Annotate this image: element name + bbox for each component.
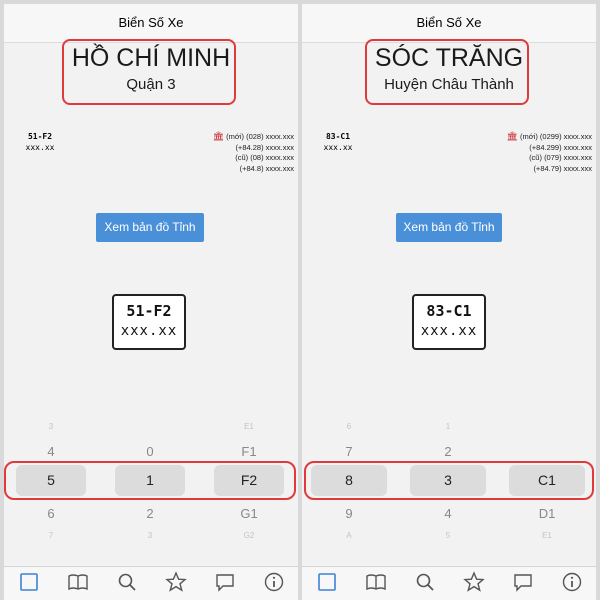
tab-guide[interactable] (361, 571, 391, 595)
picker-item[interactable]: D1 (509, 506, 585, 521)
picker-item[interactable]: 6 (16, 506, 86, 521)
phone-line: (+84.79) xxxx.xxx (533, 163, 592, 173)
bank-icon: 🏛 (506, 131, 518, 141)
picker-item[interactable]: E1 (214, 422, 284, 431)
plate-number: xxx.xx (420, 323, 478, 339)
phone-line: (mới) (0299) xxxx.xxx (519, 132, 592, 141)
picker-item[interactable]: 4 (16, 444, 86, 459)
square-icon (19, 573, 38, 591)
chat-icon (513, 574, 532, 592)
tab-search[interactable] (410, 571, 440, 595)
picker-item[interactable]: E1 (509, 531, 585, 540)
book-icon (365, 574, 386, 591)
left-screen: Biển Số Xe HỒ CHÍ MINH Quận 3 51-F2 xxx.… (4, 4, 298, 600)
province-name: SÓC TRĂNG (374, 44, 524, 72)
tab-info[interactable] (557, 571, 587, 595)
picker-item[interactable]: G1 (214, 506, 284, 521)
tab-feedback[interactable] (508, 571, 538, 595)
picker-item[interactable]: 9 (311, 506, 387, 521)
book-icon (67, 574, 88, 591)
square-icon (317, 573, 336, 591)
picker-item[interactable]: 3 (16, 422, 86, 431)
view-map-button[interactable]: Xem bản đồ Tỉnh (96, 213, 204, 242)
picker-item[interactable]: 4 (410, 506, 486, 521)
phone-line: (+84.8) xxxx.xxx (239, 163, 294, 173)
picker-item[interactable]: 0 (115, 444, 185, 459)
tab-bar (4, 566, 298, 600)
star-icon (164, 571, 187, 592)
tab-feedback[interactable] (210, 571, 240, 595)
small-plate: 83-C1 xxx.xx (308, 131, 368, 153)
tab-plates[interactable] (14, 571, 44, 595)
district-name: Quận 3 (126, 76, 176, 93)
small-plate-number: xxx.xx (323, 143, 353, 152)
search-icon (416, 573, 434, 591)
picker-item[interactable]: F1 (214, 444, 284, 459)
selection-highlight (4, 461, 296, 500)
small-plate-code: 83-C1 (325, 132, 351, 141)
phone-line: (cũ) (079) xxxx.xxx (529, 153, 592, 162)
picker-item[interactable]: 6 (311, 422, 387, 431)
small-plate: 51-F2 xxx.xx (10, 131, 70, 153)
picker-item[interactable]: 1 (410, 422, 486, 431)
picker-item[interactable]: 7 (16, 531, 86, 540)
bank-icon: 🏛 (212, 131, 225, 141)
picker-item[interactable]: G2 (214, 531, 284, 540)
province-name: HỒ CHÍ MINH (71, 44, 231, 72)
tab-search[interactable] (112, 571, 142, 595)
picker-item[interactable]: 3 (115, 531, 185, 540)
picker-item[interactable]: 5 (410, 531, 486, 540)
tab-favorites[interactable] (459, 571, 489, 595)
info-icon (264, 572, 283, 592)
info-icon (562, 572, 581, 592)
small-plate-code: 51-F2 (27, 132, 53, 141)
chat-icon (215, 574, 234, 592)
star-icon (462, 571, 485, 592)
tab-plates[interactable] (312, 571, 342, 595)
area-code-list: 🏛 (mới) (0299) xxxx.xxx (+84.299) xxxx.xx… (507, 131, 592, 174)
phone-line: (cũ) (08) xxxx.xxx (235, 153, 294, 162)
plate-code: 51-F2 (126, 302, 172, 320)
right-screen: Biển Số Xe SÓC TRĂNG Huyện Châu Thành 83… (302, 4, 596, 600)
area-code-list: 🏛 (mới) (028) xxxx.xxx (+84.28) xxxx.xxx … (213, 131, 294, 174)
phone-line: (mới) (028) xxxx.xxx (226, 132, 294, 141)
search-icon (118, 573, 136, 591)
license-plate: 51-F2 xxx.xx (112, 294, 186, 350)
tab-favorites[interactable] (161, 571, 191, 595)
picker-item[interactable]: 7 (311, 444, 387, 459)
plate-number: xxx.xx (120, 323, 178, 339)
picker-item[interactable]: 2 (115, 506, 185, 521)
tab-bar (302, 566, 596, 600)
district-name: Huyện Châu Thành (384, 76, 514, 93)
nav-title: Biển Số Xe (302, 4, 596, 43)
license-plate: 83-C1 xxx.xx (412, 294, 486, 350)
nav-title: Biển Số Xe (4, 4, 298, 43)
phone-line: (+84.28) xxxx.xxx (235, 142, 294, 152)
view-map-button[interactable]: Xem bản đồ Tỉnh (396, 213, 502, 242)
tab-info[interactable] (259, 571, 289, 595)
tab-guide[interactable] (63, 571, 93, 595)
selection-highlight (304, 461, 594, 500)
picker-item[interactable]: 2 (410, 444, 486, 459)
phone-line: (+84.299) xxxx.xxx (529, 142, 592, 152)
picker-item[interactable]: A (311, 531, 387, 540)
small-plate-number: xxx.xx (25, 143, 55, 152)
plate-code: 83-C1 (426, 302, 472, 320)
